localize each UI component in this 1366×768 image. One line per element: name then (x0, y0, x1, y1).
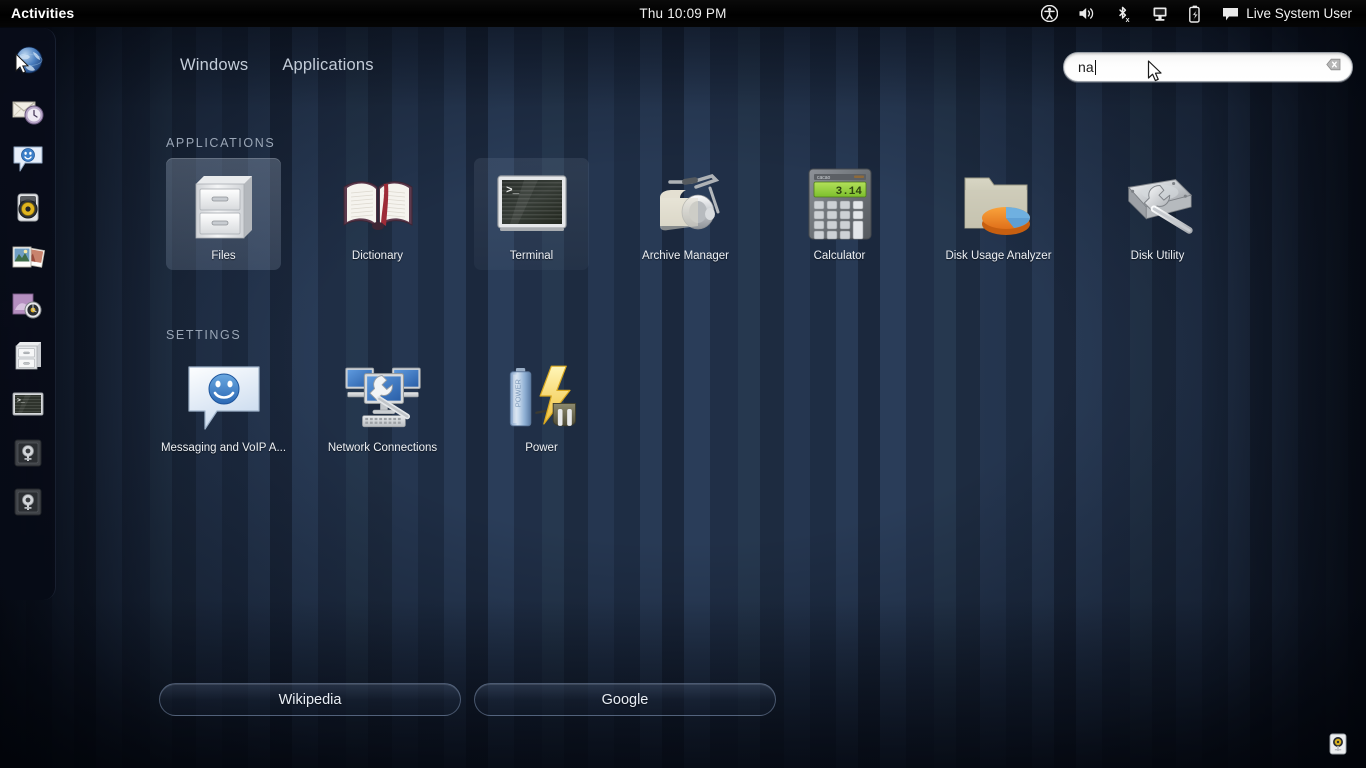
result-label: Power (525, 442, 558, 454)
dash-item-photo-manager[interactable] (6, 237, 50, 277)
dash-item-terminal[interactable]: >_ (6, 384, 50, 424)
result-label: Calculator (814, 250, 866, 262)
result-item-disk-utility[interactable]: Disk Utility (1100, 158, 1215, 270)
result-item-disk-usage-analyzer[interactable]: Disk Usage Analyzer (936, 158, 1061, 270)
result-label: Network Connections (328, 442, 437, 454)
result-item-messaging-voip[interactable]: Messaging and VoIP A... (166, 350, 281, 462)
svg-text:x: x (1126, 17, 1130, 23)
results-grid-settings: Messaging and VoIP A... (166, 350, 638, 462)
results-grid-applications: Files (166, 158, 1254, 270)
result-label: Messaging and VoIP A... (161, 442, 286, 454)
web-browser-icon (11, 44, 45, 78)
terminal-window-icon: >_ (491, 164, 573, 244)
messaging-icon (12, 144, 44, 174)
dash-item-passwords-2[interactable] (6, 482, 50, 522)
result-label: Archive Manager (642, 250, 729, 262)
activities-overview: Windows Applications na APPLICATIONS (0, 0, 1366, 768)
calculator-icon: cacao 3.14 (799, 164, 881, 244)
result-label: Files (211, 250, 235, 262)
result-item-terminal[interactable]: >_ Terminal (474, 158, 589, 270)
message-tray-icon (1328, 733, 1348, 760)
music-player-icon (12, 191, 44, 225)
open-book-icon (337, 164, 419, 244)
tab-windows[interactable]: Windows (176, 54, 252, 77)
result-item-dictionary[interactable]: Dictionary (320, 158, 435, 270)
result-item-calculator[interactable]: cacao 3.14 (782, 158, 897, 270)
battery-button[interactable] (1178, 0, 1212, 27)
search-entry[interactable]: na (1063, 52, 1353, 82)
section-settings: SETTINGS (166, 328, 638, 462)
accessibility-button[interactable] (1031, 0, 1068, 27)
search-input-text: na (1078, 60, 1094, 74)
result-label: Dictionary (352, 250, 403, 262)
status-area: x (1031, 0, 1366, 27)
svg-text:cacao: cacao (817, 175, 831, 181)
dash-item-passwords[interactable] (6, 433, 50, 473)
calculator-display-value: 3.14 (835, 186, 862, 198)
dash-item-music-player[interactable] (6, 188, 50, 228)
dash-item-mail[interactable] (6, 90, 50, 130)
provider-button-wikipedia[interactable]: Wikipedia (159, 683, 461, 716)
section-title-applications: APPLICATIONS (166, 136, 1254, 150)
result-item-files[interactable]: Files (166, 158, 281, 270)
top-bar: Activities Thu 10:09 PM (0, 0, 1366, 27)
dash-item-video-player[interactable] (6, 286, 50, 326)
passwords-icon-2 (13, 487, 43, 517)
bluetooth-disabled-icon: x (1116, 5, 1132, 23)
result-item-archive-manager[interactable]: Archive Manager (628, 158, 743, 270)
section-applications: APPLICATIONS (166, 136, 1254, 270)
mail-icon (11, 94, 45, 126)
svg-text:>_: >_ (506, 185, 520, 197)
bluetooth-button[interactable]: x (1106, 0, 1142, 27)
activities-button[interactable]: Activities (0, 0, 86, 27)
result-label: Terminal (510, 250, 553, 262)
section-title-settings: SETTINGS (166, 328, 638, 342)
video-player-icon (11, 290, 45, 322)
result-label: Disk Usage Analyzer (945, 250, 1051, 262)
network-icon (1152, 6, 1168, 22)
search-area: na (1063, 52, 1353, 82)
dash-item-files[interactable] (6, 335, 50, 375)
network-button[interactable] (1142, 0, 1178, 27)
battery-plug-icon: POWER (501, 356, 583, 436)
dash-item-web-browser[interactable] (6, 41, 50, 81)
result-item-network-connections[interactable]: Network Connections (320, 350, 445, 462)
battery-charging-icon (1188, 5, 1202, 23)
volume-icon (1078, 6, 1096, 21)
text-caret (1095, 60, 1096, 75)
photo-manager-icon (11, 242, 45, 272)
chat-bubble-smiley-icon (183, 356, 265, 436)
user-menu-button[interactable]: Live System User (1212, 0, 1356, 27)
result-item-power[interactable]: POWER Power (484, 350, 599, 462)
hard-disk-wrench-icon (1117, 164, 1199, 244)
clear-search-icon[interactable] (1326, 57, 1341, 77)
svg-text:>_: >_ (17, 397, 25, 404)
accessibility-icon (1041, 5, 1058, 22)
user-name-label: Live System User (1246, 6, 1352, 21)
terminal-icon: >_ (11, 390, 45, 418)
search-providers: Wikipedia Google (159, 683, 776, 716)
file-cabinet-icon (183, 164, 265, 244)
svg-text:POWER: POWER (513, 378, 522, 407)
provider-button-google[interactable]: Google (474, 683, 776, 716)
file-roller-icon (645, 164, 727, 244)
dash-item-messaging[interactable] (6, 139, 50, 179)
volume-button[interactable] (1068, 0, 1106, 27)
files-icon (13, 339, 43, 371)
tab-applications[interactable]: Applications (278, 54, 377, 77)
chat-bubble-icon (1222, 7, 1239, 21)
dash-favorites-bar: >_ (0, 28, 56, 600)
result-label: Disk Utility (1131, 250, 1185, 262)
view-selector: Windows Applications (176, 54, 378, 77)
passwords-icon (13, 438, 43, 468)
folder-piechart-icon (958, 164, 1040, 244)
monitors-wrench-icon (342, 356, 424, 436)
message-tray-indicator[interactable] (1324, 732, 1352, 760)
